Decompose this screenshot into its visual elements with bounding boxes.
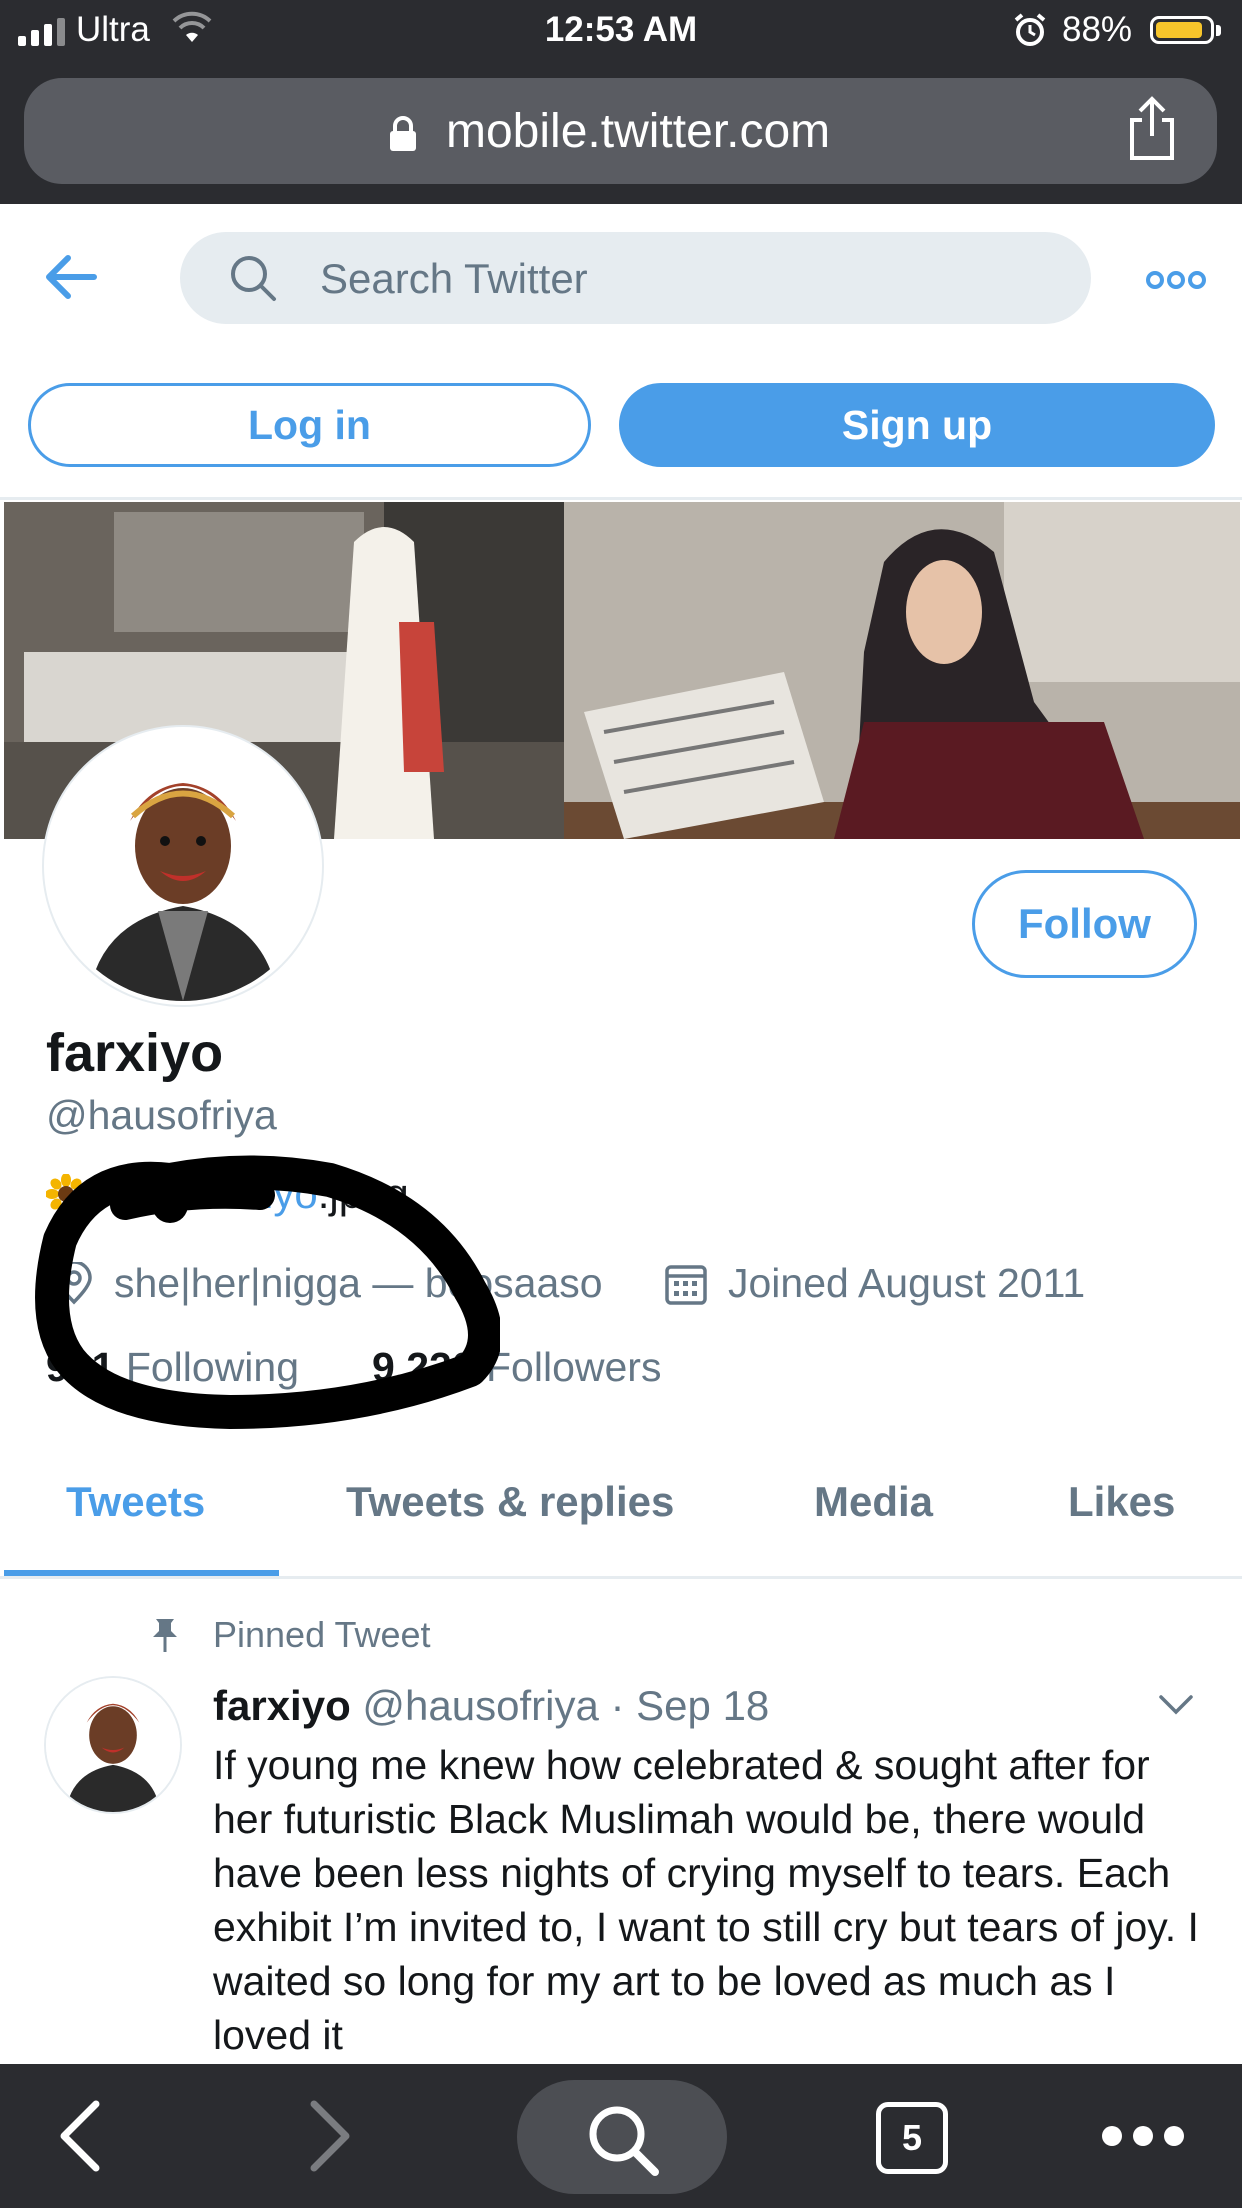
tab-media[interactable]: Media <box>814 1478 933 1526</box>
following-label: Following <box>125 1344 300 1390</box>
calendar-icon <box>665 1265 707 1305</box>
more-icon[interactable] <box>1145 260 1207 300</box>
bio-text: — @ <box>97 1170 194 1217</box>
alarm-icon <box>1014 13 1046 46</box>
location-icon <box>56 1262 92 1305</box>
followers-count: 9,220 <box>372 1344 475 1390</box>
tweet-text: If young me knew how celebrated & sought… <box>213 1742 1199 2058</box>
battery-nub <box>1216 25 1221 36</box>
more-dots-icon[interactable] <box>1100 2122 1186 2150</box>
followers-label: Followers <box>486 1344 662 1390</box>
tweet-date[interactable]: Sep 18 <box>636 1682 769 1729</box>
nav-back-icon[interactable] <box>58 2100 102 2172</box>
lock-icon <box>390 116 416 151</box>
battery-percent: 88% <box>1062 10 1133 49</box>
share-icon[interactable] <box>1124 96 1180 162</box>
profile-display-name: farxiyo <box>46 1023 224 1083</box>
tweet-separator: · <box>610 1682 625 1729</box>
nav-forward-icon[interactable] <box>308 2100 352 2172</box>
signup-button[interactable]: Sign up <box>619 383 1215 467</box>
tweet-author-name[interactable]: farxiyo <box>213 1682 351 1729</box>
avatar-illustration <box>46 1678 180 1812</box>
profile-joined-date: Joined August 2011 <box>728 1260 1086 1306</box>
profile-bio: — @farxiyo.jpeg <box>46 1170 409 1218</box>
following-count: 961 <box>46 1344 115 1390</box>
sunflower-icon <box>46 1174 86 1214</box>
battery-icon <box>1150 16 1214 44</box>
tab-likes[interactable]: Likes <box>1068 1478 1175 1526</box>
tweet-header: farxiyo @hausofriya · Sep 18 <box>213 1682 769 1730</box>
tabs-icon[interactable]: 5 <box>876 2102 948 2174</box>
bio-mention-link[interactable]: farxiyo <box>194 1170 318 1217</box>
following-stat[interactable]: 961 Following <box>46 1344 299 1391</box>
back-arrow-icon[interactable] <box>42 250 100 304</box>
login-button[interactable]: Log in <box>28 383 591 467</box>
battery-fill <box>1156 22 1202 38</box>
pin-icon <box>153 1619 177 1652</box>
profile-handle: @hausofriya <box>46 1092 277 1138</box>
tab-tweets-and-replies[interactable]: Tweets & replies <box>346 1478 674 1526</box>
pinned-tweet-label: Pinned Tweet <box>213 1614 431 1655</box>
search-input[interactable] <box>318 252 1022 306</box>
avatar-illustration <box>48 731 318 1001</box>
divider <box>0 1576 1242 1579</box>
divider <box>0 497 1242 500</box>
chevron-down-icon[interactable] <box>1158 1693 1194 1717</box>
tab-tweets[interactable]: Tweets <box>66 1478 205 1526</box>
profile-location: she|her|nigga — boosaaso <box>114 1260 603 1306</box>
follow-button[interactable]: Follow <box>972 870 1197 978</box>
status-time: 12:53 AM <box>544 10 698 49</box>
search-icon <box>231 256 276 301</box>
search-icon <box>589 2106 659 2176</box>
profile-avatar[interactable] <box>44 727 322 1005</box>
tweet-avatar[interactable] <box>46 1678 180 1812</box>
bio-suffix: .jpeg <box>317 1170 409 1217</box>
status-bar: Ultra 12:53 AM 88% <box>0 0 1242 62</box>
tweet-author-handle[interactable]: @hausofriya <box>362 1682 598 1729</box>
followers-stat[interactable]: 9,220 Followers <box>372 1344 661 1391</box>
url-text[interactable]: mobile.twitter.com <box>446 104 830 159</box>
